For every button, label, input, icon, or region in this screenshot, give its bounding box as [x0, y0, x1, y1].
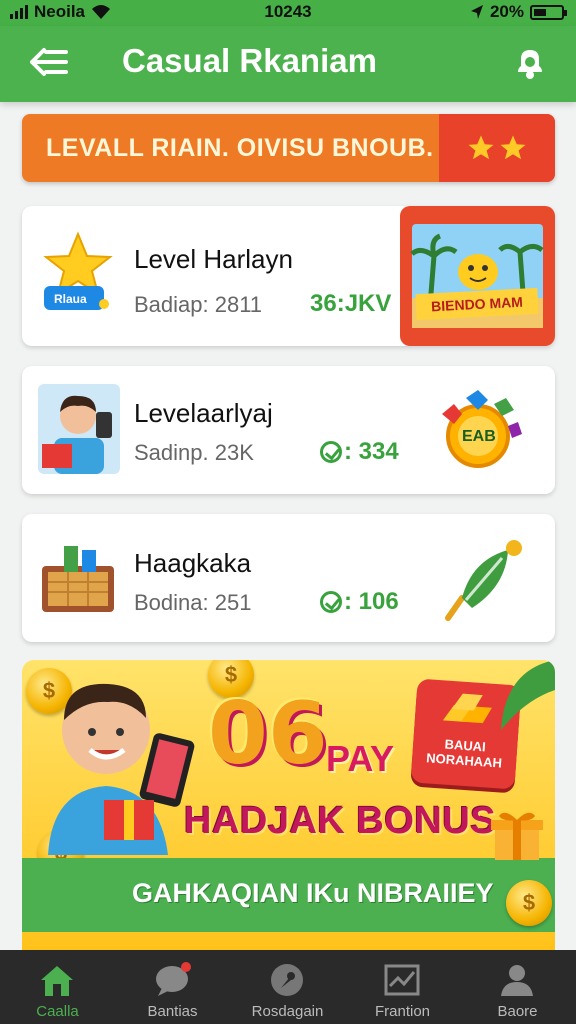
chat-icon	[156, 962, 191, 996]
star-icon-label: Rlaua	[54, 292, 87, 306]
card-title: Haagkaka	[134, 548, 252, 578]
status-right: 20%	[470, 2, 567, 22]
back-arrow-icon[interactable]	[26, 42, 72, 82]
page-title: Casual Rkaniam	[122, 42, 377, 79]
nav-label: Rosdagain	[251, 1003, 324, 1020]
app-bar: Casual Rkaniam	[0, 26, 576, 102]
check-circle-icon	[320, 591, 342, 613]
check-circle-icon	[320, 441, 342, 463]
nav-item-home[interactable]: Caalla	[0, 950, 115, 1024]
chart-icon	[384, 964, 420, 996]
nav-item-chat[interactable]: Bantias	[115, 950, 230, 1024]
hero-pay-text: PAY	[326, 738, 395, 779]
battery-percent: 20%	[489, 2, 524, 21]
gift-box-icon	[491, 812, 543, 860]
status-bar: Neoila 10243 20%	[0, 0, 576, 26]
boy-avatar-icon	[38, 384, 120, 474]
hero-badge-text: BAUAI NORAHAAH	[425, 736, 503, 771]
hero-strip-text: GAHKAQIAN IKu NIBRAIIEY	[132, 878, 494, 908]
nav-item-explore[interactable]: Rosdagain	[230, 950, 345, 1024]
card-value-text: : 106	[344, 588, 399, 615]
nav-label: Caalla	[36, 1003, 79, 1020]
notification-bell-icon[interactable]	[510, 42, 550, 82]
card-value: : 106	[320, 588, 399, 616]
location-icon	[470, 5, 483, 19]
card-value: 36:JKV	[310, 290, 392, 317]
list-item[interactable]: Haagkaka Bodina: 251 : 106	[22, 514, 555, 642]
stars-box	[439, 114, 555, 182]
compass-icon	[271, 964, 303, 996]
bottom-nav: Caalla Bantias Rosdagain Frantion Baore	[0, 950, 576, 1024]
beach-scene-icon	[410, 224, 544, 328]
level-bonus-banner[interactable]: LEVALL RIAIN. OIVISU BNOUB.	[22, 114, 555, 182]
card-subtitle: Bodina: 251	[134, 590, 252, 615]
home-icon	[41, 966, 73, 996]
hero-green-strip: GAHKAQIAN IKu NIBRAIIEY $	[22, 812, 555, 932]
coin-icon: $	[506, 880, 552, 926]
nav-label: Bantias	[147, 1003, 198, 1020]
star-trophy-icon	[43, 231, 113, 310]
level-banner-text: LEVALL RIAIN. OIVISU BNOUB.	[46, 134, 434, 162]
boy-with-phone-illustration	[48, 683, 195, 855]
star-icon	[468, 135, 494, 160]
gift-box-icon	[42, 546, 114, 612]
profile-icon	[501, 965, 533, 996]
hero-promo-banner[interactable]: $ $ $ $ 06 PAY BAUAI NORAHAAH HADJAK BON…	[22, 660, 555, 952]
nav-item-profile[interactable]: Baore	[460, 950, 575, 1024]
promo-thumbnail[interactable]: BIENDO MAM	[400, 206, 555, 346]
card-subtitle: Badiap: 2811	[134, 292, 263, 317]
star-icon	[500, 135, 526, 160]
gem-badge-label: EAB	[462, 428, 496, 445]
card-title: Level Harlayn	[134, 244, 293, 274]
card-value: : 334	[320, 438, 399, 466]
card-title: Levelaarlyaj	[134, 398, 273, 428]
nav-item-stats[interactable]: Frantion	[345, 950, 460, 1024]
card-subtitle: Sadinp. 23K	[134, 440, 254, 465]
hero-bonus-text: HADJAK BONUS	[184, 800, 497, 842]
battery-icon	[530, 4, 567, 20]
card-value-text: : 334	[344, 438, 399, 465]
nav-label: Baore	[497, 1003, 538, 1020]
gold-bars-icon	[442, 693, 492, 724]
hero-big-number: 06	[208, 684, 328, 784]
list-item[interactable]: Rlaua Level Harlayn Badiap: 2811 36:JKV …	[22, 206, 555, 346]
palm-leaf-icon	[501, 660, 555, 730]
leaf-pen-icon	[445, 540, 522, 621]
nav-label: Frantion	[374, 1003, 431, 1020]
list-item[interactable]: Levelaarlyaj Sadinp. 23K : 334 EAB	[22, 366, 555, 494]
